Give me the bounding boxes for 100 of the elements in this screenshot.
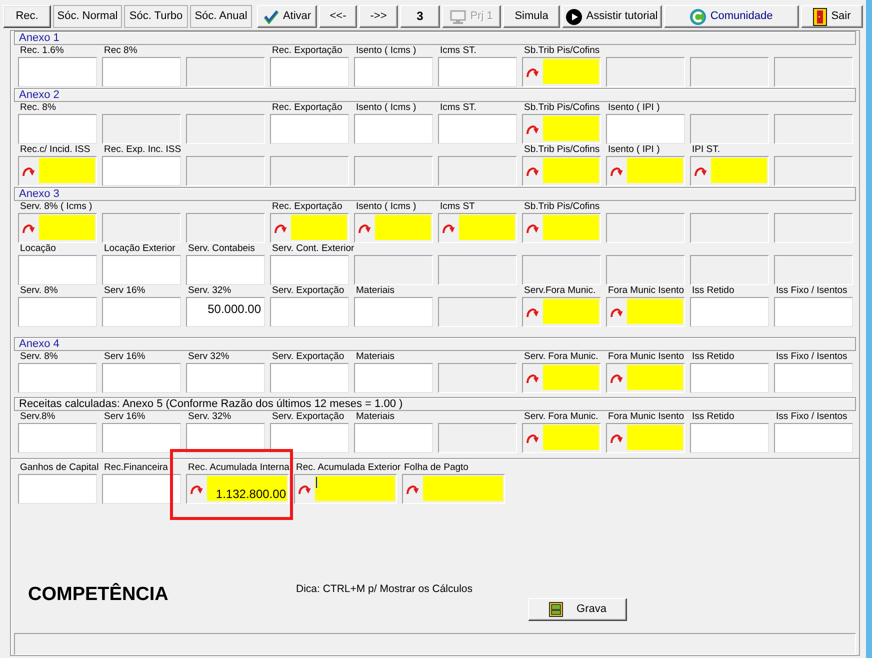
toolbar-button[interactable]: Simula xyxy=(503,5,560,28)
input-field[interactable] xyxy=(270,255,349,285)
input-field[interactable] xyxy=(39,158,95,183)
input-field[interactable] xyxy=(423,476,503,501)
refresh-icon[interactable] xyxy=(610,432,623,442)
input-field[interactable] xyxy=(18,57,97,87)
input-field[interactable] xyxy=(774,363,853,393)
input-field[interactable] xyxy=(543,59,599,84)
input-field[interactable] xyxy=(627,425,683,450)
input-field[interactable] xyxy=(315,476,395,501)
input-field[interactable] xyxy=(186,423,265,453)
input-field[interactable] xyxy=(291,215,347,240)
input-field[interactable] xyxy=(354,57,433,87)
input-field[interactable] xyxy=(627,299,683,324)
input-field[interactable] xyxy=(102,156,181,186)
input-field[interactable] xyxy=(18,255,97,285)
input-field[interactable] xyxy=(186,363,265,393)
refresh-icon[interactable] xyxy=(442,222,455,232)
input-field[interactable]: 50.000.00 xyxy=(186,297,265,327)
input-field[interactable] xyxy=(627,365,683,390)
field-label: Rec. Acumulada Exterior xyxy=(295,462,401,474)
input-field[interactable] xyxy=(270,297,349,327)
input-field[interactable] xyxy=(438,57,517,87)
refresh-icon[interactable] xyxy=(610,166,623,176)
input-field[interactable] xyxy=(354,363,433,393)
toolbar-button[interactable]: <<- xyxy=(319,5,357,28)
refresh-icon[interactable] xyxy=(274,222,287,232)
input-field[interactable] xyxy=(354,114,433,144)
refresh-icon[interactable] xyxy=(406,484,419,494)
input-field[interactable] xyxy=(543,215,599,240)
input-field[interactable] xyxy=(102,57,181,87)
input-field[interactable] xyxy=(627,158,683,183)
refresh-icon[interactable] xyxy=(298,484,311,494)
refresh-icon[interactable] xyxy=(526,166,539,176)
input-field[interactable] xyxy=(543,116,599,141)
input-field[interactable] xyxy=(18,363,97,393)
refresh-icon[interactable] xyxy=(358,222,371,232)
field-label: Ganhos de Capital xyxy=(19,462,99,474)
tab[interactable]: Sóc. Anual xyxy=(190,5,252,28)
input-field[interactable] xyxy=(606,114,685,144)
refresh-icon[interactable] xyxy=(526,124,539,134)
tab[interactable]: Rec. xyxy=(3,5,51,28)
toolbar-button[interactable]: Ativar xyxy=(257,5,317,28)
input-field[interactable]: 1.132.800.00 xyxy=(207,476,287,501)
field-label: Isento ( IPI ) xyxy=(607,144,660,156)
input-field[interactable] xyxy=(39,215,95,240)
input-field[interactable] xyxy=(354,423,433,453)
refresh-icon[interactable] xyxy=(526,306,539,316)
toolbar-button[interactable]: Sair xyxy=(801,5,863,28)
input-field[interactable] xyxy=(18,297,97,327)
refresh-icon[interactable] xyxy=(526,432,539,442)
input-field[interactable] xyxy=(438,114,517,144)
toolbar-button[interactable]: Assistir tutorial xyxy=(562,5,662,28)
input-field[interactable] xyxy=(102,255,181,285)
input-field[interactable] xyxy=(543,365,599,390)
refresh-icon[interactable] xyxy=(190,484,203,494)
input-field[interactable] xyxy=(270,423,349,453)
section-header: Anexo 1 xyxy=(14,31,856,45)
toolbar-button[interactable]: Comunidade xyxy=(664,5,799,28)
tab[interactable]: Sóc. Normal xyxy=(53,5,122,28)
input-field[interactable] xyxy=(102,423,181,453)
refresh-icon[interactable] xyxy=(610,306,623,316)
input-field[interactable] xyxy=(102,474,181,504)
refresh-icon[interactable] xyxy=(22,166,35,176)
input-field[interactable] xyxy=(459,215,515,240)
input-field[interactable] xyxy=(354,297,433,327)
input-field[interactable] xyxy=(543,425,599,450)
save-button[interactable]: Grava xyxy=(528,598,627,621)
input-field[interactable] xyxy=(690,363,769,393)
input-field[interactable] xyxy=(543,299,599,324)
refresh-icon[interactable] xyxy=(526,372,539,382)
input-field[interactable] xyxy=(102,297,181,327)
field-label: Folha de Pagto xyxy=(403,462,468,474)
field-label: Serv. 32% xyxy=(187,285,232,297)
refresh-icon[interactable] xyxy=(526,222,539,232)
input-field[interactable] xyxy=(690,297,769,327)
input-field[interactable] xyxy=(774,297,853,327)
refresh-icon[interactable] xyxy=(526,66,539,76)
input-field[interactable] xyxy=(18,423,97,453)
toolbar-button[interactable]: 3 xyxy=(400,5,440,28)
input-field[interactable] xyxy=(711,158,767,183)
input-field[interactable] xyxy=(18,474,97,504)
input-field[interactable] xyxy=(690,423,769,453)
input-field[interactable] xyxy=(270,363,349,393)
input-field[interactable] xyxy=(186,255,265,285)
input-field[interactable] xyxy=(18,114,97,144)
input-field[interactable] xyxy=(543,158,599,183)
input-field[interactable] xyxy=(270,57,349,87)
toolbar-button[interactable]: ->> xyxy=(359,5,398,28)
input-field[interactable] xyxy=(270,114,349,144)
tab[interactable]: Sóc. Turbo xyxy=(124,5,188,28)
refresh-icon[interactable] xyxy=(22,222,35,232)
input-field[interactable] xyxy=(375,215,431,240)
refresh-icon[interactable] xyxy=(610,372,623,382)
input-field[interactable] xyxy=(774,423,853,453)
field-label: Serv. Exportação xyxy=(271,351,344,363)
field-label: Isento ( IPI ) xyxy=(607,102,660,114)
refresh-icon[interactable] xyxy=(694,166,707,176)
input-field[interactable] xyxy=(102,363,181,393)
field-label: Iss Retido xyxy=(691,285,734,297)
